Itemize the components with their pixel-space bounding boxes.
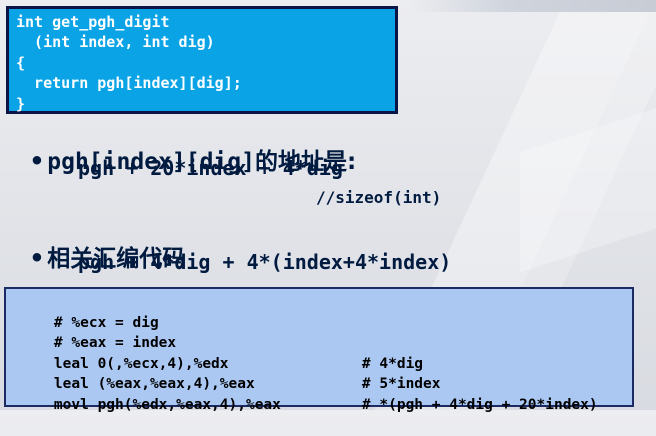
asm-instruction: leal (%eax,%eax,4),%eax bbox=[53, 376, 255, 393]
address-expression: pgh + 20*index + 4*dig bbox=[78, 156, 343, 180]
c-code-line: int get_pgh_digit bbox=[16, 13, 170, 31]
c-code-line: (int index, int dig) bbox=[16, 33, 215, 52]
asm-comment: # *(pgh + 4*dig + 20*index) bbox=[361, 396, 598, 413]
asm-instruction: leal 0(,%ecx,4),%edx bbox=[53, 355, 229, 372]
asm-instruction: movl pgh(%edx,%eax,4),%eax bbox=[53, 396, 281, 413]
c-code-box: int get_pgh_digit (int index, int dig) {… bbox=[6, 6, 398, 114]
c-code-line: } bbox=[16, 94, 26, 113]
asm-comment: # 5*index bbox=[361, 376, 441, 393]
asm-instruction: # %ecx = dig bbox=[53, 314, 159, 331]
asm-comment: # 4*dig bbox=[361, 355, 424, 372]
c-code-line: { bbox=[16, 53, 26, 72]
bullet-dot: • bbox=[29, 147, 45, 175]
sizeof-comment: //sizeof(int) bbox=[316, 188, 442, 207]
asm-line: # %ecx = dig bbox=[19, 292, 632, 331]
asm-instruction: # %eax = index bbox=[53, 335, 177, 352]
assembly-expression: pgh + 4*dig + 4*(index+4*index) bbox=[78, 250, 452, 274]
bullet-dot: • bbox=[29, 244, 45, 272]
c-code-line: return pgh[index][dig]; bbox=[16, 74, 242, 93]
top-strip bbox=[410, 0, 656, 12]
assembly-code-box: # %ecx = dig # %eax = index leal 0(,%ecx… bbox=[4, 287, 634, 413]
